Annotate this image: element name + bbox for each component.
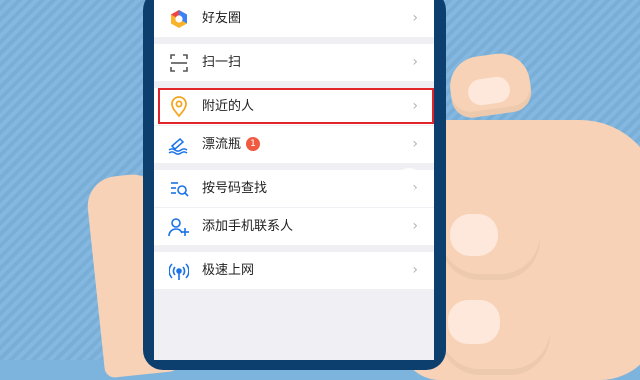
menu-item-drift-bottle[interactable]: 漂流瓶 1 › [154, 126, 434, 163]
menu-item-label: 极速上网 [202, 263, 255, 278]
chevron-right-icon: › [412, 218, 418, 234]
menu-item-fast-internet[interactable]: 极速上网 › [154, 252, 434, 289]
menu-item-label: 按号码查找 [202, 181, 268, 196]
selection-highlight [158, 88, 434, 124]
phone-screen: 好友圈 › 扫一扫 › 附近的人 › 漂流瓶 1 › 按号码查找 › 添加手机联… [154, 0, 434, 360]
nail-middle [450, 214, 498, 256]
menu-item-search-by-number[interactable]: 按号码查找 › [154, 170, 434, 207]
menu-item-label: 好友圈 [202, 11, 242, 26]
menu-item-friends-circle[interactable]: 好友圈 › [154, 0, 434, 37]
menu-item-label: 扫一扫 [202, 55, 242, 70]
search-list-icon [168, 178, 190, 200]
scan-icon [168, 52, 190, 74]
chevron-right-icon: › [412, 54, 418, 70]
wifi-signal-icon [168, 260, 190, 282]
chevron-right-icon: › [412, 136, 418, 152]
notification-badge: 1 [246, 137, 260, 151]
menu-item-add-phone-contacts[interactable]: 添加手机联系人 › [154, 208, 434, 245]
nail-bottom [448, 300, 500, 344]
menu-item-label: 添加手机联系人 [202, 219, 294, 234]
chevron-right-icon: › [412, 10, 418, 26]
menu-item-label: 漂流瓶 [202, 137, 242, 152]
add-contact-icon [168, 216, 190, 238]
chevron-right-icon: › [412, 262, 418, 278]
loading-spinner-icon [396, 168, 422, 194]
friends-circle-icon [168, 8, 190, 30]
menu-item-scan[interactable]: 扫一扫 › [154, 44, 434, 81]
drift-bottle-icon [168, 134, 190, 156]
